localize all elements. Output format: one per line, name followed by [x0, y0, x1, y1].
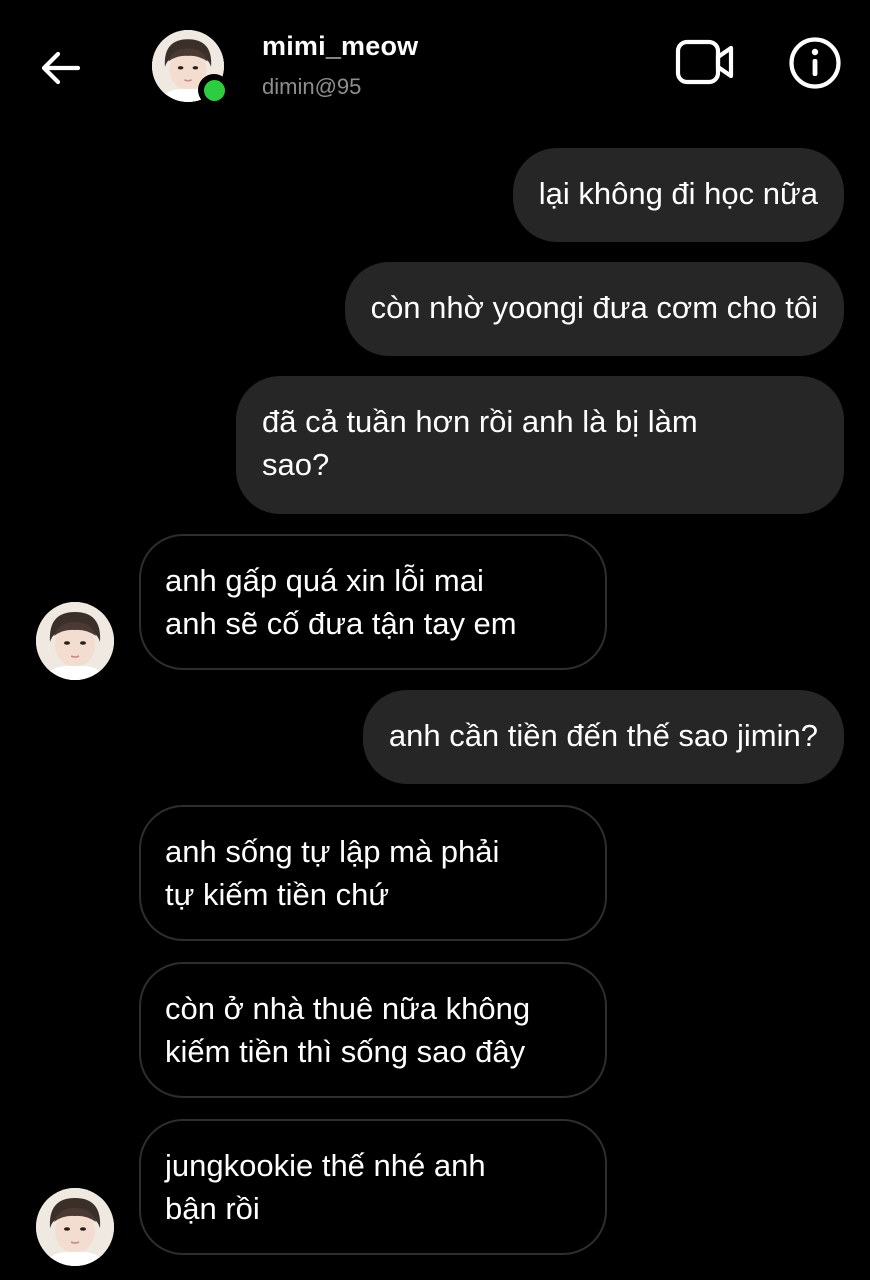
arrow-left-icon	[41, 51, 81, 85]
incoming-message[interactable]: anh gấp quá xin lỗi mai anh sẽ cố đưa tậ…	[139, 534, 607, 670]
chat-screen: mimi_meow dimin@95 lại không đi học nữa …	[0, 0, 870, 1280]
outgoing-message[interactable]: còn nhờ yoongi đưa cơm cho tôi	[344, 262, 844, 356]
incoming-message[interactable]: jungkookie thế nhé anh bận rồi	[139, 1119, 607, 1255]
outgoing-message[interactable]: đã cả tuần hơn rồi anh là bị làm sao?	[236, 376, 844, 514]
chat-header: mimi_meow dimin@95	[0, 0, 870, 130]
video-camera-icon	[675, 39, 734, 85]
info-button[interactable]	[788, 36, 842, 90]
info-circle-icon	[789, 37, 841, 89]
outgoing-message[interactable]: anh cần tiền đến thế sao jimin?	[362, 690, 844, 784]
incoming-message[interactable]: còn ở nhà thuê nữa không kiếm tiền thì s…	[139, 962, 607, 1098]
contact-handle: dimin@95	[262, 74, 362, 99]
video-call-button[interactable]	[674, 38, 736, 86]
contact-message-avatar	[36, 602, 114, 680]
incoming-message[interactable]: anh sống tự lập mà phải tự kiếm tiền chứ	[139, 805, 607, 941]
contact-message-avatar	[36, 1188, 114, 1266]
contact-username[interactable]: mimi_meow	[262, 31, 418, 62]
online-status-dot	[198, 74, 230, 106]
outgoing-message[interactable]: lại không đi học nữa	[512, 148, 844, 242]
back-button[interactable]	[30, 38, 90, 98]
